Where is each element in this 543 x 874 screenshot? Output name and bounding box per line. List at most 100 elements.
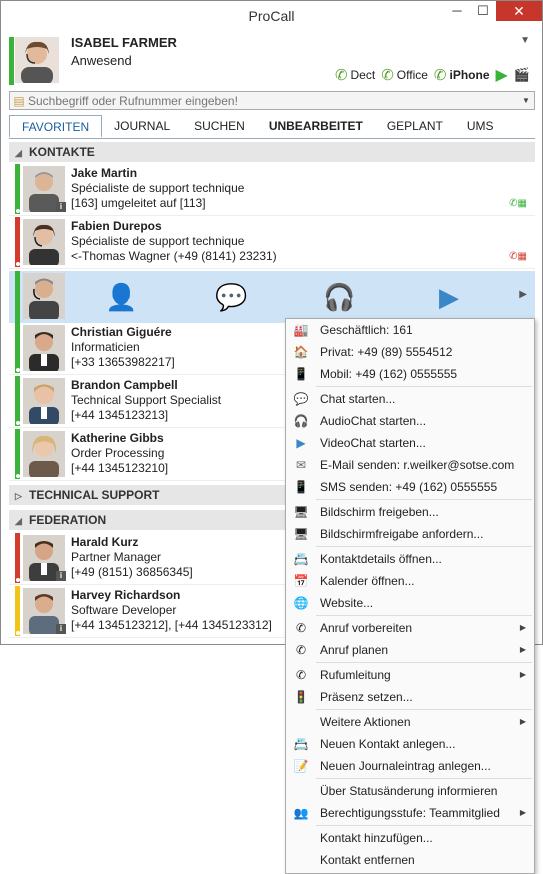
menu-item-calendar[interactable]: 📅 Kalender öffnen... [286, 570, 534, 592]
menu-item-remove-contact[interactable]: Kontakt entfernen [286, 849, 534, 871]
menu-item-prepare-call[interactable]: ✆ Anruf vorbereiten ▶ [286, 617, 534, 639]
presence-indicator[interactable] [9, 37, 14, 85]
menu-item-label: Geschäftlich: 161 [320, 323, 413, 337]
info-icon[interactable]: i [56, 202, 66, 212]
menu-item-website[interactable]: 🌐 Website... [286, 592, 534, 614]
call-contact-icon[interactable]: 👤 [105, 281, 137, 313]
menu-item-label: Kontaktdetails öffnen... [320, 552, 442, 566]
menu-item-sms[interactable]: 📱 SMS senden: +49 (162) 0555555 [286, 476, 534, 498]
presence-dot [16, 421, 20, 425]
menu-item-label: Anruf planen [320, 643, 389, 657]
menu-item-label: Privat: +49 (89) 5554512 [320, 345, 453, 359]
menu-item-add-contact[interactable]: Kontakt hinzufügen... [286, 827, 534, 849]
tab-geplant[interactable]: GEPLANT [375, 115, 455, 138]
menu-item-videochat[interactable]: ▶ VideoChat starten... [286, 432, 534, 454]
group-kontakte[interactable]: ◢ KONTAKTE [9, 142, 535, 162]
info-icon[interactable]: i [56, 571, 66, 581]
menu-item-label: AudioChat starten... [320, 414, 427, 428]
search-input[interactable] [28, 93, 522, 108]
contact-number: [+49 (8151) 36856345] [71, 565, 193, 579]
menu-item-chat[interactable]: 💬 Chat starten... [286, 388, 534, 410]
search-dropdown-icon[interactable]: ▼ [522, 96, 534, 105]
contact-avatar [23, 378, 65, 424]
device-dect[interactable]: ✆ Dect [335, 66, 375, 84]
screen-share-icon: 🖥 [293, 505, 309, 519]
selected-contact-row[interactable]: 👤 💬 🎧 ▶ ▶ [9, 271, 535, 323]
chat-icon[interactable]: 💬 [215, 281, 247, 313]
videochat-play-icon[interactable]: ▶ [433, 281, 465, 313]
submenu-arrow-icon: ▶ [519, 670, 526, 679]
menu-item-new-journal[interactable]: 📝 Neuen Journaleintrag anlegen... [286, 755, 534, 777]
group-label: KONTAKTE [29, 145, 95, 159]
minimize-button[interactable]: ─ [444, 1, 470, 21]
tab-journal[interactable]: JOURNAL [102, 115, 182, 138]
phone-icon: ✆ [433, 67, 447, 84]
home-icon: 🏠 [293, 345, 309, 359]
user-menu-chevron-icon[interactable]: ▼ [520, 35, 530, 46]
menu-item-screen-request[interactable]: 🖥 Bildschirmfreigabe anfordern... [286, 523, 534, 545]
menu-item-label: Website... [320, 596, 374, 610]
menu-item-mobile[interactable]: 📱 Mobil: +49 (162) 0555555 [286, 363, 534, 385]
menu-item-more-actions[interactable]: Weitere Aktionen ▶ [286, 711, 534, 733]
group-label: FEDERATION [29, 513, 107, 527]
tab-favoriten[interactable]: FAVORITEN [9, 115, 103, 138]
menu-item-permission[interactable]: 👥 Berechtigungsstufe: Teammitglied ▶ [286, 802, 534, 824]
traffic-light-icon: 🚦 [293, 690, 309, 704]
menu-item-presence[interactable]: 🚦 Präsenz setzen... [286, 686, 534, 708]
tab-suchen[interactable]: SUCHEN [182, 115, 257, 138]
title-bar[interactable]: ProCall ─ ☐ ✕ [1, 1, 542, 31]
phone-icon: ✆ [334, 67, 348, 84]
menu-item-details[interactable]: 📇 Kontaktdetails öffnen... [286, 548, 534, 570]
audiochat-headset-icon[interactable]: 🎧 [323, 281, 355, 313]
user-avatar[interactable] [15, 37, 59, 83]
contact-number: [+44 1345123213] [71, 408, 169, 422]
contact-row[interactable]: Fabien Durepos Spécialiste de support te… [9, 217, 535, 269]
menu-divider [316, 499, 532, 500]
contact-row[interactable]: i Jake Martin Spécialiste de support tec… [9, 164, 535, 216]
user-name: ISABEL FARMER [71, 35, 177, 50]
user-status: Anwesend [71, 53, 132, 68]
menu-item-business[interactable]: 🏭 Geschäftlich: 161 [286, 319, 534, 341]
calendar-icon: 📅 [293, 574, 309, 588]
submenu-arrow-icon: ▶ [519, 623, 526, 632]
play-icon[interactable]: ▶ [496, 65, 508, 85]
presence-indicator [15, 376, 20, 426]
menu-item-screen-share[interactable]: 🖥 Bildschirm freigeben... [286, 501, 534, 523]
presence-indicator [15, 271, 20, 323]
menu-item-notify-status[interactable]: Über Statusänderung informieren [286, 780, 534, 802]
menu-item-email[interactable]: ✉ E-Mail senden: r.weilker@sotse.com [286, 454, 534, 476]
mail-icon: ✉ [295, 458, 307, 472]
submenu-arrow-icon: ▶ [519, 717, 526, 726]
presence-indicator [15, 429, 20, 479]
menu-item-label: Bildschirm freigeben... [320, 505, 439, 519]
presence-dot [16, 631, 20, 635]
video-icon[interactable]: 🎬 [514, 67, 530, 83]
menu-item-plan-call[interactable]: ✆ Anruf planen ▶ [286, 639, 534, 661]
close-button[interactable]: ✕ [496, 1, 542, 21]
contact-avatar [23, 273, 65, 319]
contact-name: Harvey Richardson [71, 588, 181, 602]
menu-divider [316, 778, 532, 779]
tab-unbearbeitet[interactable]: UNBEARBEITET [257, 115, 375, 138]
search-bar[interactable]: ▤ ▼ [9, 91, 535, 110]
contact-number: [+44 1345123210] [71, 461, 169, 475]
menu-item-forwarding[interactable]: ✆ Rufumleitung ▶ [286, 664, 534, 686]
tab-ums[interactable]: UMS [455, 115, 506, 138]
device-iphone-label: iPhone [449, 68, 490, 82]
device-office[interactable]: ✆ Office [381, 66, 428, 84]
menu-item-label: Kalender öffnen... [320, 574, 415, 588]
maximize-button[interactable]: ☐ [470, 1, 496, 21]
menu-item-new-contact[interactable]: 📇 Neuen Kontakt anlegen... [286, 733, 534, 755]
menu-item-audiochat[interactable]: 🎧 AudioChat starten... [286, 410, 534, 432]
contact-title: Spécialiste de support technique [71, 234, 245, 248]
menu-item-label: Berechtigungsstufe: Teammitglied [320, 806, 500, 820]
contact-number: [+44 1345123212], [+44 1345123312] [71, 618, 272, 632]
device-iphone[interactable]: ✆ iPhone [434, 66, 490, 84]
menu-item-private[interactable]: 🏠 Privat: +49 (89) 5554512 [286, 341, 534, 363]
info-icon[interactable]: i [56, 624, 66, 634]
phone-icon: ✆ [381, 67, 394, 84]
menu-divider [316, 546, 532, 547]
more-actions-icon[interactable]: ▶ [519, 289, 527, 300]
contact-name: Jake Martin [71, 166, 138, 180]
menu-item-label: Kontakt entfernen [320, 853, 415, 867]
